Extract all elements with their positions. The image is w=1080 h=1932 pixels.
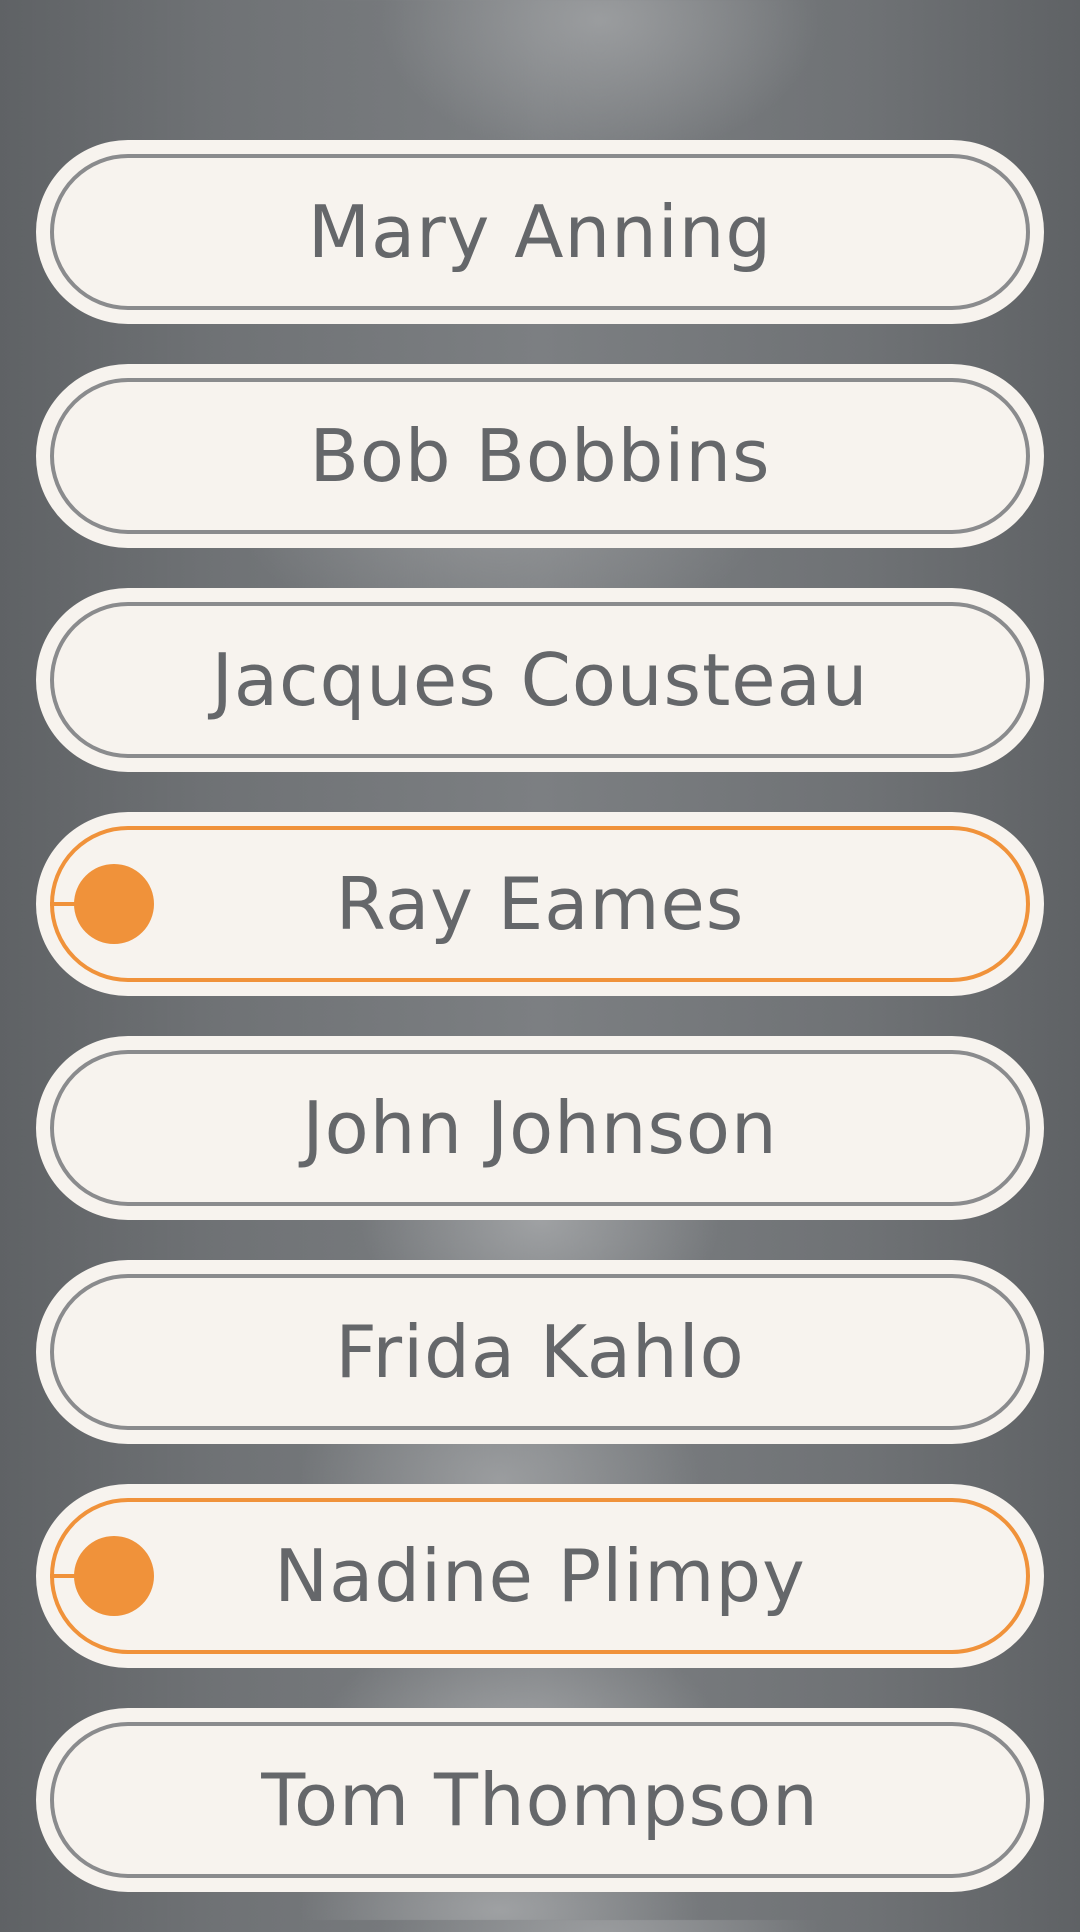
person-name: Tom Thompson xyxy=(261,1758,819,1842)
person-item-bob-bobbins[interactable]: Bob Bobbins xyxy=(36,364,1044,548)
person-item-ray-eames[interactable]: Ray Eames xyxy=(36,812,1044,996)
person-item-frida-kahlo[interactable]: Frida Kahlo xyxy=(36,1260,1044,1444)
person-item-tom-thompson[interactable]: Tom Thompson xyxy=(36,1708,1044,1892)
person-name: Nadine Plimpy xyxy=(274,1534,806,1618)
person-item-nadine-plimpy[interactable]: Nadine Plimpy xyxy=(36,1484,1044,1668)
person-item-mary-anning[interactable]: Mary Anning xyxy=(36,140,1044,324)
person-name: Bob Bobbins xyxy=(309,414,771,498)
person-name: Ray Eames xyxy=(335,862,745,946)
person-name: Frida Kahlo xyxy=(335,1310,745,1394)
people-list: Mary Anning Bob Bobbins Jacques Cousteau… xyxy=(36,140,1044,1932)
person-item-jacques-cousteau[interactable]: Jacques Cousteau xyxy=(36,588,1044,772)
person-item-john-johnson[interactable]: John Johnson xyxy=(36,1036,1044,1220)
person-name: Jacques Cousteau xyxy=(211,638,869,722)
person-name: John Johnson xyxy=(302,1086,778,1170)
person-name: Mary Anning xyxy=(307,190,773,274)
